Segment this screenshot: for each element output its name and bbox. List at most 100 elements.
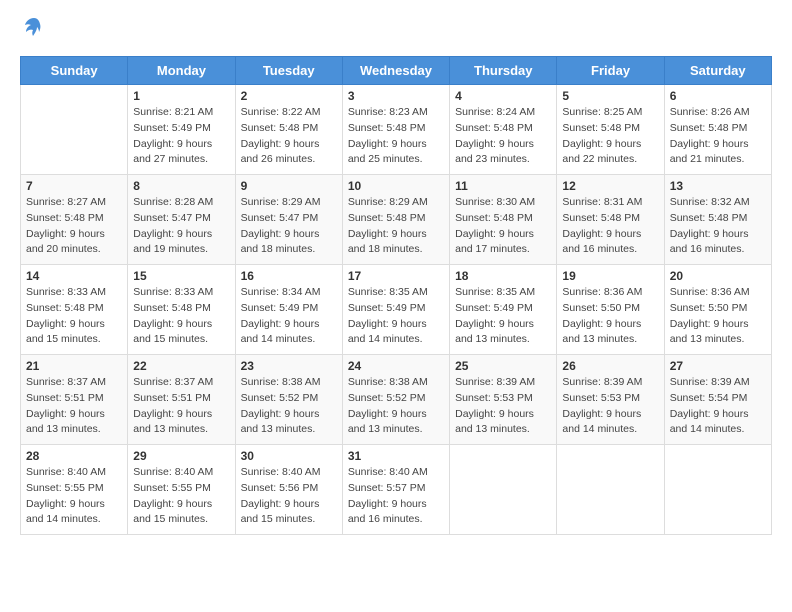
- day-info: Sunrise: 8:40 AMSunset: 5:56 PMDaylight:…: [241, 465, 337, 528]
- day-number: 8: [133, 179, 229, 193]
- calendar-cell: [664, 445, 771, 535]
- day-info: Sunrise: 8:29 AMSunset: 5:47 PMDaylight:…: [241, 195, 337, 258]
- day-number: 18: [455, 269, 551, 283]
- day-number: 19: [562, 269, 658, 283]
- calendar-cell: 4 Sunrise: 8:24 AMSunset: 5:48 PMDaylight…: [450, 85, 557, 175]
- day-info: Sunrise: 8:23 AMSunset: 5:48 PMDaylight:…: [348, 105, 444, 168]
- day-number: 24: [348, 359, 444, 373]
- calendar-cell: 5 Sunrise: 8:25 AMSunset: 5:48 PMDaylight…: [557, 85, 664, 175]
- calendar-cell: 16 Sunrise: 8:34 AMSunset: 5:49 PMDayligh…: [235, 265, 342, 355]
- weekday-header-wednesday: Wednesday: [342, 57, 449, 85]
- calendar-cell: 15Sunrise: 8:33 AMSunset: 5:48 PMDayligh…: [128, 265, 235, 355]
- calendar-cell: [450, 445, 557, 535]
- day-number: 4: [455, 89, 551, 103]
- weekday-header-saturday: Saturday: [664, 57, 771, 85]
- day-number: 1: [133, 89, 229, 103]
- calendar-cell: 8 Sunrise: 8:28 AMSunset: 5:47 PMDaylight…: [128, 175, 235, 265]
- day-info: Sunrise: 8:35 AMSunset: 5:49 PMDaylight:…: [455, 285, 551, 348]
- week-row-1: 1 Sunrise: 8:21 AMSunset: 5:49 PMDaylight…: [21, 85, 772, 175]
- calendar-cell: 18 Sunrise: 8:35 AMSunset: 5:49 PMDayligh…: [450, 265, 557, 355]
- calendar-cell: 25 Sunrise: 8:39 AMSunset: 5:53 PMDayligh…: [450, 355, 557, 445]
- day-number: 20: [670, 269, 766, 283]
- calendar-cell: 30 Sunrise: 8:40 AMSunset: 5:56 PMDayligh…: [235, 445, 342, 535]
- day-number: 23: [241, 359, 337, 373]
- week-row-3: 14 Sunrise: 8:33 AMSunset: 5:48 PMDayligh…: [21, 265, 772, 355]
- day-info: Sunrise: 8:21 AMSunset: 5:49 PMDaylight:…: [133, 105, 229, 168]
- weekday-header-sunday: Sunday: [21, 57, 128, 85]
- day-info: Sunrise: 8:39 AMSunset: 5:53 PMDaylight:…: [562, 375, 658, 438]
- day-info: Sunrise: 8:24 AMSunset: 5:48 PMDaylight:…: [455, 105, 551, 168]
- weekday-header-thursday: Thursday: [450, 57, 557, 85]
- weekday-header-friday: Friday: [557, 57, 664, 85]
- day-info: Sunrise: 8:37 AMSunset: 5:51 PMDaylight:…: [133, 375, 229, 438]
- day-number: 17: [348, 269, 444, 283]
- day-info: Sunrise: 8:40 AMSunset: 5:57 PMDaylight:…: [348, 465, 444, 528]
- day-info: Sunrise: 8:25 AMSunset: 5:48 PMDaylight:…: [562, 105, 658, 168]
- calendar-cell: 3 Sunrise: 8:23 AMSunset: 5:48 PMDaylight…: [342, 85, 449, 175]
- day-info: Sunrise: 8:26 AMSunset: 5:48 PMDaylight:…: [670, 105, 766, 168]
- day-info: Sunrise: 8:36 AMSunset: 5:50 PMDaylight:…: [562, 285, 658, 348]
- day-number: 31: [348, 449, 444, 463]
- day-number: 5: [562, 89, 658, 103]
- day-info: Sunrise: 8:30 AMSunset: 5:48 PMDaylight:…: [455, 195, 551, 258]
- calendar-cell: 10 Sunrise: 8:29 AMSunset: 5:48 PMDayligh…: [342, 175, 449, 265]
- calendar-cell: 26 Sunrise: 8:39 AMSunset: 5:53 PMDayligh…: [557, 355, 664, 445]
- day-info: Sunrise: 8:32 AMSunset: 5:48 PMDaylight:…: [670, 195, 766, 258]
- day-info: Sunrise: 8:36 AMSunset: 5:50 PMDaylight:…: [670, 285, 766, 348]
- day-number: 26: [562, 359, 658, 373]
- day-info: Sunrise: 8:29 AMSunset: 5:48 PMDaylight:…: [348, 195, 444, 258]
- day-number: 21: [26, 359, 122, 373]
- day-info: Sunrise: 8:37 AMSunset: 5:51 PMDaylight:…: [26, 375, 122, 438]
- week-row-2: 7 Sunrise: 8:27 AMSunset: 5:48 PMDaylight…: [21, 175, 772, 265]
- day-info: Sunrise: 8:40 AMSunset: 5:55 PMDaylight:…: [26, 465, 122, 528]
- day-number: 15: [133, 269, 229, 283]
- day-number: 13: [670, 179, 766, 193]
- day-info: Sunrise: 8:38 AMSunset: 5:52 PMDaylight:…: [348, 375, 444, 438]
- day-number: 12: [562, 179, 658, 193]
- day-number: 2: [241, 89, 337, 103]
- day-number: 14: [26, 269, 122, 283]
- day-info: Sunrise: 8:35 AMSunset: 5:49 PMDaylight:…: [348, 285, 444, 348]
- calendar-cell: 21 Sunrise: 8:37 AMSunset: 5:51 PMDayligh…: [21, 355, 128, 445]
- calendar-table: SundayMondayTuesdayWednesdayThursdayFrid…: [20, 56, 772, 535]
- calendar-cell: 28 Sunrise: 8:40 AMSunset: 5:55 PMDayligh…: [21, 445, 128, 535]
- day-number: 6: [670, 89, 766, 103]
- day-info: Sunrise: 8:33 AMSunset: 5:48 PMDaylight:…: [26, 285, 122, 348]
- day-number: 10: [348, 179, 444, 193]
- calendar-cell: 11 Sunrise: 8:30 AMSunset: 5:48 PMDayligh…: [450, 175, 557, 265]
- calendar-cell: 24 Sunrise: 8:38 AMSunset: 5:52 PMDayligh…: [342, 355, 449, 445]
- calendar-cell: 23 Sunrise: 8:38 AMSunset: 5:52 PMDayligh…: [235, 355, 342, 445]
- day-info: Sunrise: 8:31 AMSunset: 5:48 PMDaylight:…: [562, 195, 658, 258]
- day-number: 7: [26, 179, 122, 193]
- calendar-cell: [21, 85, 128, 175]
- day-number: 3: [348, 89, 444, 103]
- day-number: 29: [133, 449, 229, 463]
- header: [20, 20, 772, 46]
- day-number: 16: [241, 269, 337, 283]
- calendar-cell: 9 Sunrise: 8:29 AMSunset: 5:47 PMDaylight…: [235, 175, 342, 265]
- calendar-cell: 31 Sunrise: 8:40 AMSunset: 5:57 PMDayligh…: [342, 445, 449, 535]
- day-number: 27: [670, 359, 766, 373]
- day-number: 9: [241, 179, 337, 193]
- day-number: 28: [26, 449, 122, 463]
- calendar-cell: 2Sunrise: 8:22 AMSunset: 5:48 PMDaylight…: [235, 85, 342, 175]
- day-number: 25: [455, 359, 551, 373]
- day-number: 11: [455, 179, 551, 193]
- week-row-5: 28 Sunrise: 8:40 AMSunset: 5:55 PMDayligh…: [21, 445, 772, 535]
- weekday-header-monday: Monday: [128, 57, 235, 85]
- calendar-cell: 22Sunrise: 8:37 AMSunset: 5:51 PMDayligh…: [128, 355, 235, 445]
- calendar-cell: 6 Sunrise: 8:26 AMSunset: 5:48 PMDaylight…: [664, 85, 771, 175]
- day-info: Sunrise: 8:27 AMSunset: 5:48 PMDaylight:…: [26, 195, 122, 258]
- calendar-cell: 13 Sunrise: 8:32 AMSunset: 5:48 PMDayligh…: [664, 175, 771, 265]
- day-info: Sunrise: 8:38 AMSunset: 5:52 PMDaylight:…: [241, 375, 337, 438]
- weekday-header-tuesday: Tuesday: [235, 57, 342, 85]
- calendar-cell: 29 Sunrise: 8:40 AMSunset: 5:55 PMDayligh…: [128, 445, 235, 535]
- day-number: 30: [241, 449, 337, 463]
- logo-bird-icon: [22, 16, 46, 46]
- day-info: Sunrise: 8:39 AMSunset: 5:53 PMDaylight:…: [455, 375, 551, 438]
- day-info: Sunrise: 8:40 AMSunset: 5:55 PMDaylight:…: [133, 465, 229, 528]
- day-info: Sunrise: 8:34 AMSunset: 5:49 PMDaylight:…: [241, 285, 337, 348]
- calendar-cell: 27Sunrise: 8:39 AMSunset: 5:54 PMDayligh…: [664, 355, 771, 445]
- day-info: Sunrise: 8:28 AMSunset: 5:47 PMDaylight:…: [133, 195, 229, 258]
- calendar-cell: 12 Sunrise: 8:31 AMSunset: 5:48 PMDayligh…: [557, 175, 664, 265]
